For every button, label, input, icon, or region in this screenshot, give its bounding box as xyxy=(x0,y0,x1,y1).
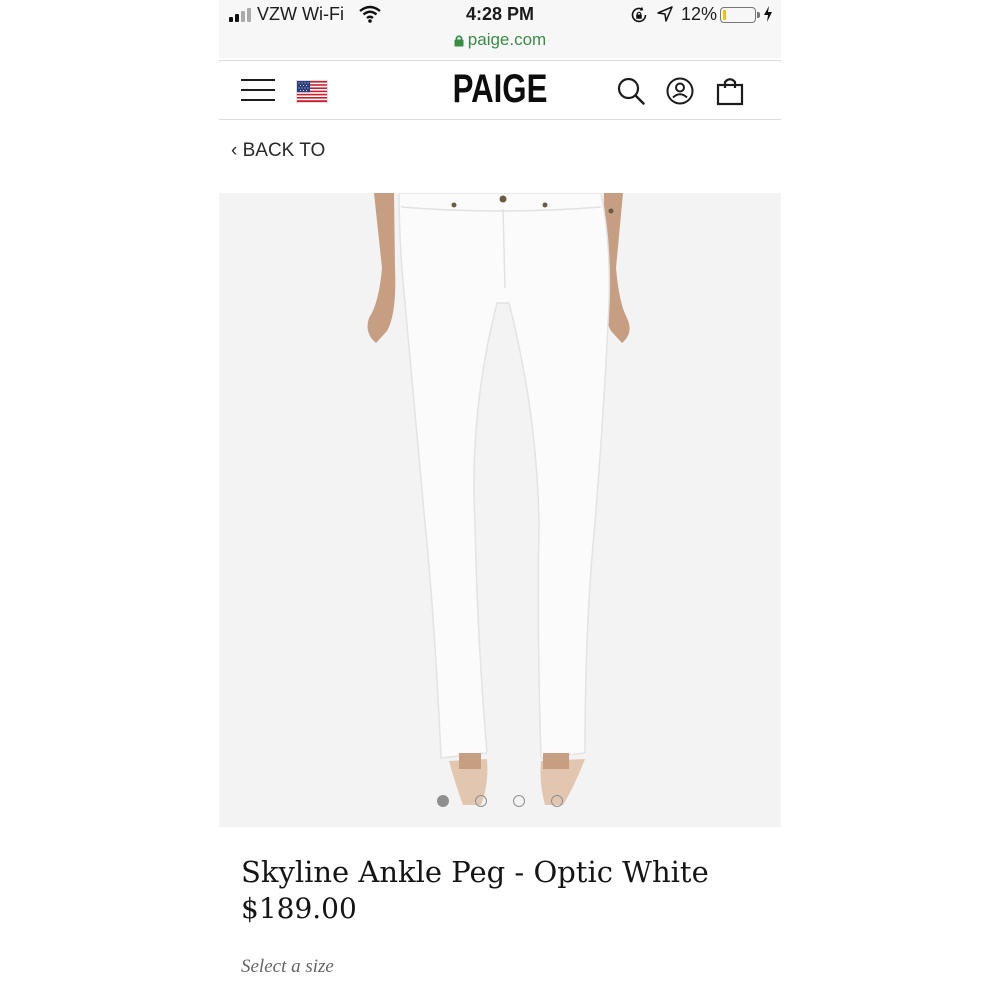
lock-icon xyxy=(454,35,464,47)
gallery-dot[interactable] xyxy=(551,795,563,807)
account-icon[interactable] xyxy=(665,76,695,106)
battery-level-fill xyxy=(723,10,726,20)
location-icon xyxy=(657,6,673,22)
battery-icon xyxy=(720,7,756,23)
chevron-left-icon: ‹ xyxy=(231,140,238,161)
gallery-dot[interactable] xyxy=(475,795,487,807)
product-price: $189.00 xyxy=(241,892,357,925)
shopping-bag-icon[interactable] xyxy=(715,76,745,106)
phone-screen: VZW Wi-Fi 4:28 PM paige.com 12% PAIGE ‹ … xyxy=(219,0,781,1000)
search-icon[interactable] xyxy=(616,76,646,106)
site-header: PAIGE xyxy=(219,60,781,120)
product-image-gallery[interactable] xyxy=(219,193,781,827)
gallery-dot[interactable] xyxy=(437,795,449,807)
rotation-lock-icon xyxy=(631,6,647,23)
back-link[interactable]: ‹ BACK TO xyxy=(231,140,325,162)
address-bar[interactable]: paige.com xyxy=(219,30,781,50)
product-title: Skyline Ankle Peg - Optic White xyxy=(241,855,709,889)
url-text: paige.com xyxy=(467,30,547,49)
size-selector[interactable]: Select a size xyxy=(241,956,334,978)
battery-percent: 12% xyxy=(681,4,718,24)
brand-logo[interactable]: PAIGE xyxy=(281,67,719,112)
battery-nub xyxy=(757,12,760,18)
menu-icon[interactable] xyxy=(241,79,275,101)
gallery-pagination xyxy=(219,794,781,812)
charging-icon xyxy=(764,6,772,22)
gallery-dot[interactable] xyxy=(513,795,525,807)
back-link-label: BACK TO xyxy=(242,140,326,161)
status-bar: VZW Wi-Fi 4:28 PM paige.com 12% xyxy=(219,0,781,58)
product-image xyxy=(367,193,630,805)
